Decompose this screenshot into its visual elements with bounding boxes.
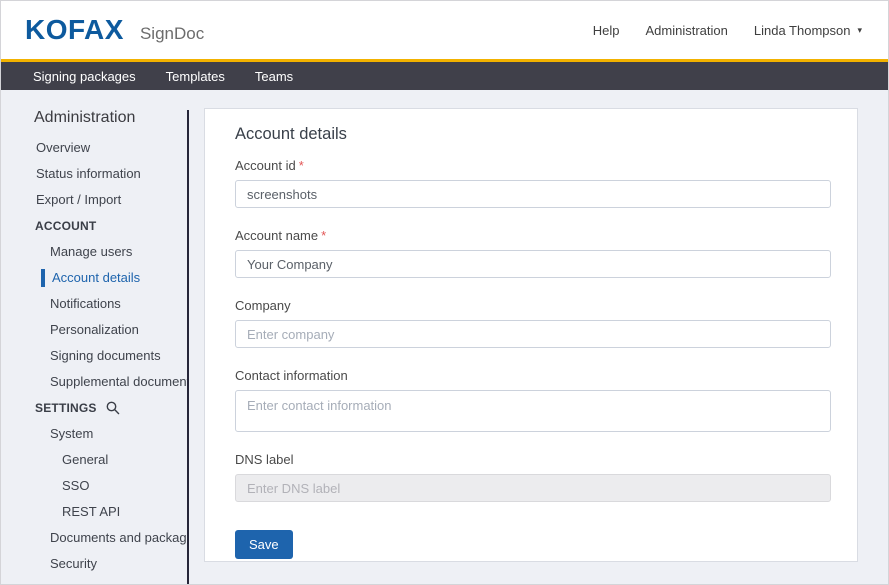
form-group-dns-label: DNS label — [235, 452, 831, 502]
product-name: SignDoc — [140, 24, 204, 44]
sidebar-item-sso[interactable]: SSO — [1, 473, 187, 499]
nav-teams[interactable]: Teams — [255, 69, 293, 84]
sidebar-title: Administration — [1, 109, 187, 127]
sidebar-item-general[interactable]: General — [1, 447, 187, 473]
sidebar-section-account: ACCOUNT — [1, 213, 187, 239]
sidebar-item-documents-and-packages[interactable]: Documents and packages — [1, 525, 187, 551]
form-group-account-id: Account id* — [235, 158, 831, 208]
dns-label-input — [235, 474, 831, 502]
main-nav: Signing packages Templates Teams — [1, 62, 888, 90]
required-marker: * — [321, 228, 326, 243]
sidebar-item-system[interactable]: System — [1, 421, 187, 447]
account-id-label: Account id* — [235, 158, 831, 173]
search-icon[interactable] — [106, 401, 120, 415]
account-name-label-text: Account name — [235, 228, 318, 243]
user-menu[interactable]: Linda Thompson ▾ — [754, 23, 862, 38]
user-name: Linda Thompson — [754, 23, 851, 38]
sidebar-item-rest-api[interactable]: REST API — [1, 499, 187, 525]
sidebar-section-settings-label: SETTINGS — [35, 395, 97, 421]
contact-information-textarea[interactable] — [235, 390, 831, 432]
company-input[interactable] — [235, 320, 831, 348]
sidebar-item-security[interactable]: Security — [1, 551, 187, 577]
sidebar-item-notifications[interactable]: Notifications — [1, 291, 187, 317]
account-details-card: Account details Account id* Account name… — [204, 108, 858, 562]
sidebar-section-settings: SETTINGS — [1, 395, 187, 421]
chevron-down-icon: ▾ — [857, 25, 862, 36]
page-title: Account details — [235, 125, 831, 144]
form-group-contact-information: Contact information — [235, 368, 831, 432]
account-id-label-text: Account id — [235, 158, 296, 173]
nav-signing-packages[interactable]: Signing packages — [33, 69, 136, 84]
account-id-input[interactable] — [235, 180, 831, 208]
company-label: Company — [235, 298, 831, 313]
brand: KOFAX SignDoc — [25, 14, 204, 46]
save-button[interactable]: Save — [235, 530, 293, 559]
sidebar-menu: Overview Status information Export / Imp… — [1, 135, 187, 577]
header-links: Help Administration Linda Thompson ▾ — [593, 23, 862, 38]
form-group-company: Company — [235, 298, 831, 348]
kofax-logo: KOFAX — [25, 14, 124, 46]
required-marker: * — [299, 158, 304, 173]
form-group-account-name: Account name* — [235, 228, 831, 278]
administration-link[interactable]: Administration — [645, 23, 727, 38]
help-link[interactable]: Help — [593, 23, 620, 38]
top-header: KOFAX SignDoc Help Administration Linda … — [1, 1, 888, 59]
sidebar-item-manage-users[interactable]: Manage users — [1, 239, 187, 265]
sidebar-item-account-details[interactable]: Account details — [1, 265, 187, 291]
account-name-label: Account name* — [235, 228, 831, 243]
dns-label-label: DNS label — [235, 452, 831, 467]
main-panel: Account details Account id* Account name… — [189, 90, 888, 584]
sidebar: Administration Overview Status informati… — [1, 90, 187, 584]
sidebar-item-status-information[interactable]: Status information — [1, 161, 187, 187]
sidebar-item-signing-documents[interactable]: Signing documents — [1, 343, 187, 369]
app-window: KOFAX SignDoc Help Administration Linda … — [0, 0, 889, 585]
contact-information-label: Contact information — [235, 368, 831, 383]
account-name-input[interactable] — [235, 250, 831, 278]
sidebar-item-overview[interactable]: Overview — [1, 135, 187, 161]
sidebar-item-personalization[interactable]: Personalization — [1, 317, 187, 343]
content-area: Administration Overview Status informati… — [1, 90, 888, 584]
nav-templates[interactable]: Templates — [166, 69, 225, 84]
sidebar-item-supplemental-documents[interactable]: Supplemental documents — [1, 369, 187, 395]
sidebar-item-export-import[interactable]: Export / Import — [1, 187, 187, 213]
